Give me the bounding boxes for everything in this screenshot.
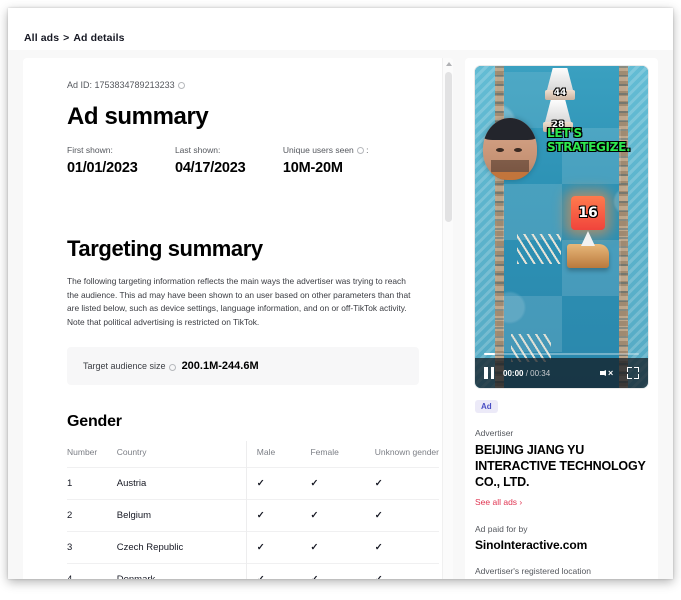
advertiser-panel: 44 28 LET'S STRATEGIZE. 16	[465, 58, 658, 579]
cell-male-check-icon: ✓	[246, 500, 310, 532]
table-row: 3 Czech Republic ✓ ✓ ✓	[67, 532, 439, 564]
table-row: 1 Austria ✓ ✓ ✓	[67, 468, 439, 500]
ad-video-thumbnail: 44 28 LET'S STRATEGIZE. 16	[475, 66, 648, 388]
video-time-display: 00:00 / 00:34	[503, 369, 550, 378]
cell-country: Czech Republic	[117, 532, 247, 564]
ad-summary-stats: First shown: 01/01/2023 Last shown: 04/1…	[67, 145, 411, 176]
game-arrows-upper	[517, 234, 561, 264]
cell-unknown-check-icon: ✓	[375, 468, 439, 500]
fullscreen-icon[interactable]	[627, 367, 639, 379]
target-audience-label: Target audience size	[83, 361, 166, 371]
stat-value: 10M-20M	[283, 160, 411, 176]
page-title: Ad summary	[67, 103, 411, 131]
registered-location-label: Advertiser's registered location	[475, 566, 648, 576]
table-row: 2 Belgium ✓ ✓ ✓	[67, 500, 439, 532]
info-icon[interactable]	[357, 147, 364, 154]
ad-details-content-card: Ad ID: 1753834789213233 Ad summary First…	[23, 58, 453, 579]
cell-country: Belgium	[117, 500, 247, 532]
stat-label: First shown:	[67, 145, 175, 155]
cell-number: 3	[67, 532, 117, 564]
column-header-unknown-gender: Unknown gender	[375, 441, 439, 468]
cell-number: 4	[67, 564, 117, 579]
targeting-summary-title: Targeting summary	[67, 236, 411, 262]
cell-female-check-icon: ✓	[310, 532, 374, 564]
cell-unknown-check-icon: ✓	[375, 500, 439, 532]
gender-table: Number Country Male Female Unknown gende…	[67, 441, 439, 579]
stat-value: 04/17/2023	[175, 160, 283, 176]
cell-female-check-icon: ✓	[310, 468, 374, 500]
column-header-male: Male	[246, 441, 310, 468]
browser-page: All ads > Ad details Ad ID: 17538347892132…	[8, 8, 673, 579]
target-audience-box: Target audience size 200.1M-244.6M	[67, 347, 419, 385]
column-header-number: Number	[67, 441, 117, 468]
cell-country: Denmark	[117, 564, 247, 579]
flame-block-number: 16	[571, 196, 605, 230]
breadcrumb-all-ads[interactable]: All ads	[24, 32, 59, 44]
hat	[483, 118, 537, 140]
cell-number: 2	[67, 500, 117, 532]
video-progress-fill	[484, 353, 495, 355]
cell-unknown-check-icon: ✓	[375, 564, 439, 579]
ad-video-player[interactable]: 44 28 LET'S STRATEGIZE. 16	[475, 66, 648, 388]
cell-male-check-icon: ✓	[246, 468, 310, 500]
ad-id-label: Ad ID: 1753834789213233	[67, 80, 175, 90]
scrollbar-thumb[interactable]	[445, 72, 452, 222]
stat-first-shown: First shown: 01/01/2023	[67, 145, 175, 176]
table-header-row: Number Country Male Female Unknown gende…	[67, 441, 439, 468]
gender-section-title: Gender	[67, 413, 411, 431]
column-header-female: Female	[310, 441, 374, 468]
stat-label: Last shown:	[175, 145, 283, 155]
see-all-ads-link[interactable]: See all ads ›	[475, 497, 522, 507]
target-audience-value: 200.1M-244.6M	[182, 360, 259, 372]
ad-badge: Ad	[475, 400, 498, 413]
tower-1-number: 44	[547, 88, 573, 98]
ad-paid-for-by-value: SinoInteractive.com	[475, 538, 648, 552]
table-row: 4 Denmark ✓ ✓ ✓	[67, 564, 439, 579]
stat-last-shown: Last shown: 04/17/2023	[175, 145, 283, 176]
stat-label: Unique users seen :	[283, 145, 411, 155]
content-scrollbar[interactable]	[442, 58, 453, 579]
mute-icon[interactable]: ×	[600, 367, 614, 379]
ad-id-row: Ad ID: 1753834789213233	[67, 80, 411, 90]
advertiser-label: Advertiser	[475, 428, 648, 438]
stat-label-text: Unique users seen	[283, 145, 354, 155]
info-icon[interactable]	[178, 82, 185, 89]
info-icon[interactable]	[169, 364, 176, 371]
stat-value: 01/01/2023	[67, 160, 175, 176]
cell-male-check-icon: ✓	[246, 564, 310, 579]
game-tower-1: 44	[547, 68, 573, 100]
cell-female-check-icon: ✓	[310, 564, 374, 579]
game-raft	[567, 244, 609, 268]
current-time: 00:00	[503, 369, 523, 378]
video-controls-bar: 00:00 / 00:34 ×	[475, 358, 648, 388]
cell-female-check-icon: ✓	[310, 500, 374, 532]
total-time: 00:34	[530, 369, 550, 378]
breadcrumb-separator-icon: >	[63, 32, 69, 44]
video-progress-bar[interactable]	[484, 353, 639, 355]
stat-unique-users: Unique users seen : 10M-20M	[283, 145, 411, 176]
pause-icon[interactable]	[484, 367, 494, 379]
targeting-summary-paragraph: The following targeting information refl…	[67, 275, 417, 329]
cell-number: 1	[67, 468, 117, 500]
cell-male-check-icon: ✓	[246, 532, 310, 564]
scroll-up-arrow-icon[interactable]	[443, 58, 453, 70]
ad-paid-for-by-label: Ad paid for by	[475, 524, 648, 534]
video-caption-text: LET'S STRATEGIZE.	[547, 126, 643, 154]
stat-label-suffix: :	[366, 145, 368, 155]
breadcrumb-ad-details: Ad details	[73, 32, 124, 44]
shore-left	[475, 66, 497, 388]
person-face-cutout	[483, 118, 537, 180]
game-flame-block: 16	[571, 196, 605, 230]
cell-country: Austria	[117, 468, 247, 500]
shore-right	[626, 66, 648, 388]
breadcrumb: All ads > Ad details	[24, 32, 125, 44]
advertiser-name: BEIJING JIANG YU INTERACTIVE TECHNOLOGY …	[475, 442, 648, 490]
column-header-country: Country	[117, 441, 247, 468]
cell-unknown-check-icon: ✓	[375, 532, 439, 564]
